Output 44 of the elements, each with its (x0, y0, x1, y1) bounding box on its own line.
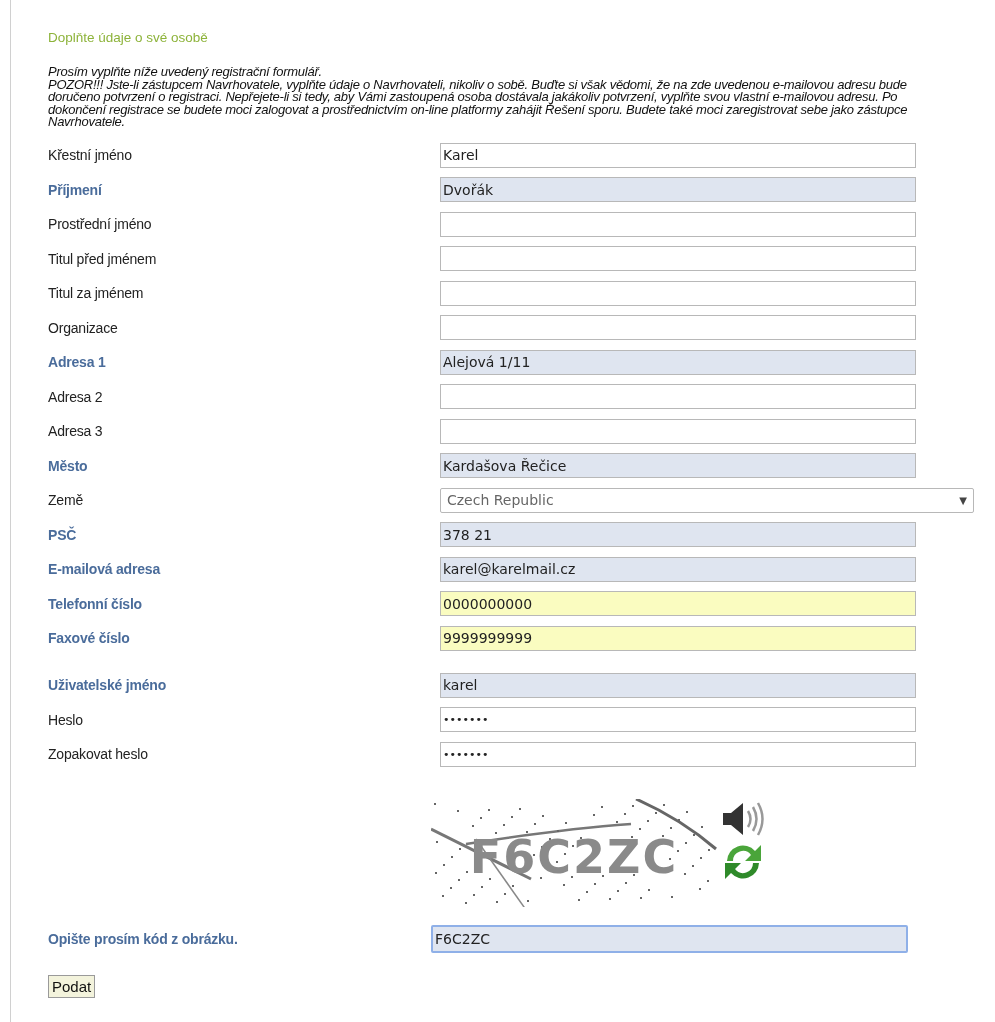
field-label: Organizace (48, 319, 119, 336)
input-field[interactable] (440, 246, 916, 271)
input-field[interactable]: Karel (440, 142, 916, 168)
captcha-field[interactable]: F6C2ZC (431, 924, 908, 953)
field-label: Heslo (48, 711, 84, 728)
submit-button[interactable]: Podat (48, 974, 96, 998)
field-label: Prostřední jméno (48, 216, 153, 232)
country-select[interactable]: Czech Republic ▼ (440, 487, 974, 513)
section-heading: Doplňte údaje o své osobě (48, 30, 208, 45)
captcha-label: Opište prosím kód z obrázku. (48, 930, 239, 947)
field-label: PSČ (48, 526, 78, 543)
field-label: E-mailová adresa (48, 561, 162, 577)
dropdown-arrow-icon: ▼ (959, 494, 967, 506)
field-label: Křestní jméno (48, 147, 133, 163)
select-value: Czech Republic (447, 492, 554, 508)
field-label: Titul před jménem (48, 250, 158, 267)
field-label: Adresa 1 (48, 354, 107, 370)
input-field[interactable]: 378 21 (440, 522, 916, 547)
field-label: Faxové číslo (48, 630, 131, 646)
input-field[interactable]: 0000000000 (440, 591, 916, 616)
input-field[interactable] (440, 384, 916, 409)
input-field[interactable] (440, 315, 916, 340)
password-field[interactable]: ••••••• (440, 741, 916, 767)
password-field[interactable]: ••••••• (440, 707, 916, 732)
field-label: Příjmení (48, 181, 103, 198)
input-field[interactable]: Alejová 1/11 (440, 349, 916, 375)
input-field[interactable]: karel@karelmail.cz (440, 556, 916, 582)
field-label: Uživatelské jméno (48, 677, 167, 693)
field-label: Zopakovat heslo (48, 746, 149, 762)
input-field[interactable]: karel (440, 672, 916, 698)
input-field[interactable] (440, 211, 916, 237)
field-label: Město (48, 457, 89, 474)
field-label: Země (48, 492, 84, 508)
input-field[interactable]: Kardašova Řečice (440, 453, 916, 478)
intro-text: Prosím vyplňte níže uvedený registrační formulář. (48, 66, 323, 79)
intro-text: POZOR!!! Jste-li zástupcem Navrhovatele, vyplňte údaje o Navrhovateli, nikoliv o sobě. Buďte si však vědomi, že na zde uvedenou e-mailovou adresu bude doručeno potvrzení o registraci. Nepřejete-li si tedy, aby Vámi zastoupená osoba dostávala jakákoliv potvrzení, vyplňte svou vlastní e-mailovou adresu. Po dokončení registrace se budete moci zalogovat a prostřednictvím on-line platformy zahájit Řešení sporu. Budete také moci zaregistrovat sebe jako zástupce Navrhovatele. (48, 78, 909, 129)
input-field[interactable] (440, 280, 916, 306)
input-field[interactable]: Dvořák (440, 177, 916, 202)
input-field[interactable] (440, 418, 916, 444)
input-field[interactable]: 9999999999 (440, 625, 916, 651)
field-label: Titul za jménem (48, 285, 145, 301)
field-label: Adresa 3 (48, 423, 104, 439)
field-label: Adresa 2 (48, 388, 104, 405)
field-label: Telefonní číslo (48, 595, 143, 612)
